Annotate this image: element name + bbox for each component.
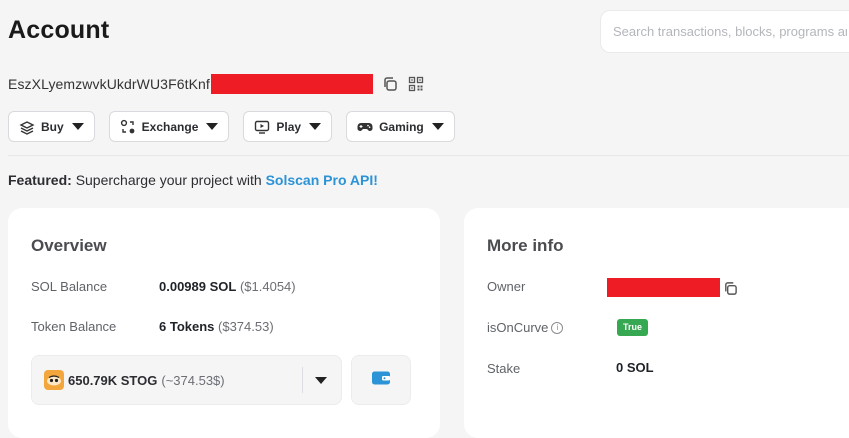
- stake-value: 0 SOL: [616, 360, 654, 375]
- action-buttons: Buy Exchange Play Gaming: [8, 111, 455, 142]
- copy-icon[interactable]: [723, 281, 738, 301]
- more-info-card: More info Owner isOnCurve i True Stake 0 …: [464, 208, 849, 438]
- is-on-curve-label: isOnCurve i: [487, 320, 564, 335]
- qr-code-icon[interactable]: [407, 75, 425, 93]
- account-address: EszXLyemzwvkUkdrWU3F6tKnf: [8, 76, 210, 92]
- sol-balance-value: 0.00989 SOL ($1.4054): [159, 279, 296, 294]
- copy-icon[interactable]: [381, 75, 399, 93]
- token-logo-icon: [44, 370, 64, 390]
- chevron-down-icon[interactable]: [315, 376, 327, 384]
- gamepad-icon: [357, 119, 373, 135]
- address-row: EszXLyemzwvkUkdrWU3F6tKnf: [8, 72, 425, 96]
- solscan-pro-api-link[interactable]: Solscan Pro API!: [266, 172, 378, 188]
- sol-balance-label: SOL Balance: [31, 279, 108, 294]
- token-balance-usd: ($374.53): [218, 319, 274, 334]
- redacted-address-block: [210, 74, 373, 94]
- token-select-value: 650.79K STOG: [68, 372, 158, 388]
- is-on-curve-text: isOnCurve: [487, 320, 549, 335]
- gaming-button-label: Gaming: [379, 119, 424, 134]
- buy-button-label: Buy: [41, 119, 64, 134]
- is-on-curve-badge: True: [617, 319, 649, 336]
- redacted-owner-block: [607, 278, 720, 297]
- wallet-button[interactable]: [351, 355, 411, 405]
- token-balance-amount: 6 Tokens: [159, 319, 215, 334]
- token-balance-value: 6 Tokens ($374.53): [159, 319, 274, 334]
- exchange-button-label: Exchange: [141, 119, 199, 134]
- wallet-icon: [371, 370, 391, 391]
- chevron-down-icon: [431, 123, 444, 130]
- sol-balance-amount: 0.00989 SOL: [159, 279, 237, 294]
- featured-text: Supercharge your project with: [75, 172, 262, 188]
- chevron-down-icon: [206, 123, 219, 130]
- more-info-title: More info: [487, 236, 564, 255]
- token-select-usd: (~374.53$): [161, 372, 225, 388]
- buy-button[interactable]: Buy: [8, 111, 95, 142]
- layers-icon: [19, 119, 35, 135]
- exchange-icon: [120, 119, 136, 135]
- divider: [8, 155, 849, 156]
- stake-label: Stake: [487, 361, 521, 376]
- dropdown-separator: [302, 367, 303, 393]
- featured-label: Featured:: [8, 172, 72, 188]
- owner-label: Owner: [487, 279, 526, 294]
- sol-balance-usd: ($1.4054): [239, 279, 296, 294]
- overview-card: Overview SOL Balance 0.00989 SOL ($1.405…: [8, 208, 440, 438]
- play-icon: [254, 119, 270, 135]
- search-input[interactable]: [600, 10, 849, 53]
- token-balance-label: Token Balance: [31, 319, 117, 334]
- chevron-down-icon: [71, 123, 84, 130]
- play-button-label: Play: [276, 119, 302, 134]
- play-button[interactable]: Play: [243, 111, 333, 142]
- page-title: Account: [8, 16, 110, 44]
- exchange-button[interactable]: Exchange: [108, 111, 230, 142]
- info-icon[interactable]: i: [551, 321, 564, 334]
- featured-banner: Featured: Supercharge your project with …: [8, 172, 378, 188]
- overview-title: Overview: [31, 236, 107, 255]
- gaming-button[interactable]: Gaming: [346, 111, 455, 142]
- token-select-dropdown[interactable]: 650.79K STOG (~374.53$): [31, 355, 342, 405]
- chevron-down-icon: [309, 123, 322, 130]
